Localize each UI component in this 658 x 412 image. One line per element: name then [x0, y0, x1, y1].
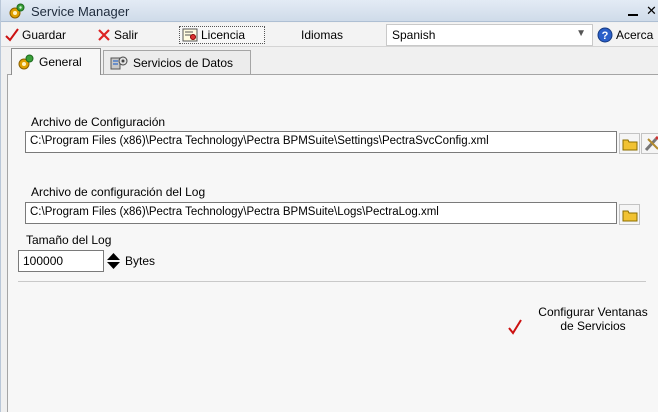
minimize-button[interactable]: [624, 2, 642, 19]
save-button[interactable]: Guardar: [5, 26, 66, 44]
configure-service-windows-button[interactable]: Configurar Ventanas de Servicios: [508, 305, 658, 341]
languages-label: Idiomas: [301, 28, 344, 42]
about-button[interactable]: ? Acerca: [597, 26, 653, 44]
certificate-icon: [182, 28, 198, 42]
configure-windows-text: Configurar Ventanas de Servicios: [528, 305, 658, 333]
tab-general[interactable]: General: [11, 48, 101, 75]
svg-text:?: ?: [602, 30, 609, 42]
folder-icon: [622, 210, 637, 221]
exit-label: Salir: [114, 28, 139, 42]
log-size-input[interactable]: 100000: [18, 250, 104, 272]
close-x-icon: [98, 29, 110, 41]
tab-data-services[interactable]: Servicios de Datos: [103, 50, 251, 74]
language-value: Spanish: [392, 28, 436, 42]
log-size-label: Tamaño del Log: [26, 233, 112, 247]
service-manager-window: Service Manager ✕ Guardar Salir Licencia: [0, 0, 658, 412]
services-icon: [110, 56, 128, 69]
close-button[interactable]: ✕: [646, 2, 658, 19]
license-button[interactable]: Licencia: [179, 26, 265, 44]
checkmark-icon: [508, 319, 522, 335]
spin-arrows-icon[interactable]: [105, 251, 122, 271]
save-label: Guardar: [22, 28, 67, 42]
general-panel: Archivo de Configuración C:\Program File…: [7, 74, 658, 412]
title-bar: Service Manager ✕: [1, 0, 658, 22]
gear-icon: [18, 54, 34, 70]
log-size-unit: Bytes: [125, 254, 156, 268]
config-file-input[interactable]: C:\Program Files (x86)\Pectra Technology…: [25, 131, 617, 153]
log-file-input[interactable]: C:\Program Files (x86)\Pectra Technology…: [25, 202, 617, 224]
folder-icon: [622, 139, 637, 150]
tab-general-label: General: [39, 55, 82, 69]
window-title: Service Manager: [31, 4, 130, 19]
configure-windows-line2: de Servicios: [560, 319, 626, 333]
browse-log-button[interactable]: [619, 204, 640, 225]
edit-tools-icon: [644, 135, 658, 151]
checkmark-icon: [5, 28, 19, 42]
log-size-stepper[interactable]: 100000 Bytes: [18, 250, 155, 272]
edit-config-button[interactable]: [641, 133, 658, 154]
license-label: Licencia: [201, 28, 246, 42]
separator: [18, 281, 646, 282]
chevron-down-icon: ▼: [576, 28, 586, 39]
about-label: Acerca: [616, 28, 654, 42]
log-config-label: Archivo de configuración del Log: [31, 185, 206, 199]
exit-button[interactable]: Salir: [97, 26, 138, 44]
configure-windows-line1: Configurar Ventanas: [538, 305, 648, 319]
app-gear-icon: [9, 3, 25, 19]
browse-config-button[interactable]: [619, 133, 640, 154]
config-file-label: Archivo de Configuración: [31, 115, 166, 129]
language-select[interactable]: Spanish ▼: [386, 24, 593, 46]
tab-strip: General Servicios de Datos: [1, 48, 658, 75]
help-icon: ?: [597, 27, 613, 43]
tab-data-services-label: Servicios de Datos: [133, 55, 234, 70]
